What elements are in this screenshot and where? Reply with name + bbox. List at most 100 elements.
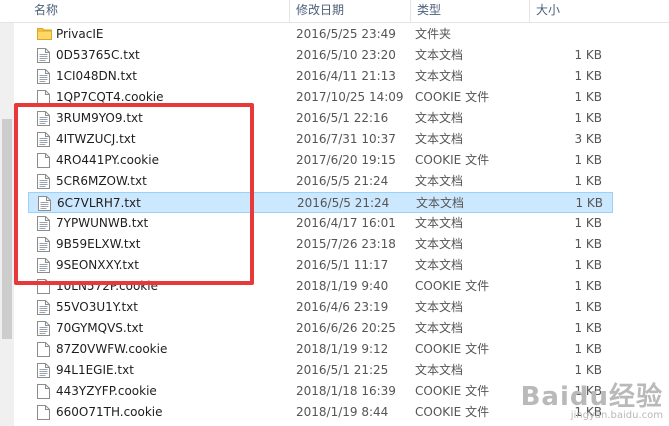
file-date: 2018/1/19 9:40 <box>296 279 389 293</box>
file-type: COOKIE 文件 <box>415 342 490 356</box>
column-header-name[interactable]: 名称 <box>28 0 288 22</box>
vertical-scrollbar[interactable] <box>0 23 14 426</box>
file-size: 1 KB <box>574 258 602 272</box>
file-name: 4ITWZUCJ.txt <box>56 132 136 146</box>
file-row[interactable]: 87Z0VWFW.cookie 2018/1/19 9:12 COOKIE 文件 1 … <box>28 339 613 360</box>
column-header-size[interactable]: 大小 <box>530 0 610 22</box>
file-name: 6C7VLRH7.txt <box>57 196 141 210</box>
file-size: 1 KB <box>574 321 602 335</box>
file-type: 文本文档 <box>415 174 464 188</box>
file-row[interactable]: 94L1EGIE.txt 2016/5/1 21:25 文本文档 1 KB <box>28 360 613 381</box>
file-name: 70GYMQVS.txt <box>56 321 144 335</box>
file-name: 5CR6MZOW.txt <box>56 174 147 188</box>
file-row[interactable]: 70GYMQVS.txt 2016/6/26 20:25 文本文档 1 KB <box>28 318 613 339</box>
file-row[interactable]: 9SEONXXY.txt 2016/5/1 11:17 文本文档 1 KB <box>28 255 613 276</box>
file-date: 2016/7/31 10:37 <box>296 132 396 146</box>
file-type: 文本文档 <box>415 216 464 230</box>
file-date: 2016/6/26 20:25 <box>296 321 396 335</box>
file-size: 1 KB <box>575 196 603 210</box>
file-date: 2016/5/10 23:20 <box>296 48 396 62</box>
text-file-icon <box>37 132 50 147</box>
file-type: 文本文档 <box>415 363 464 377</box>
column-header-date[interactable]: 修改日期 <box>290 0 410 22</box>
file-size <box>548 24 602 45</box>
column-header-bar: 名称 修改日期 类型 大小 <box>0 0 669 23</box>
text-file-icon <box>37 363 50 378</box>
file-date: 2015/7/26 23:18 <box>296 237 396 251</box>
file-row[interactable]: 1CI048DN.txt 2016/4/11 21:13 文本文档 1 KB <box>28 66 613 87</box>
text-file-icon <box>37 111 50 126</box>
file-icon <box>37 90 50 105</box>
file-row[interactable]: 1QP7CQT4.cookie 2017/10/25 14:09 COOKIE 文件… <box>28 87 613 108</box>
file-size: 1 KB <box>574 90 602 104</box>
file-row[interactable]: 4ITWZUCJ.txt 2016/7/31 10:37 文本文档 3 KB <box>28 129 613 150</box>
file-size: 1 KB <box>574 342 602 356</box>
file-type: 文本文档 <box>415 321 464 335</box>
file-size: 1 KB <box>574 153 602 167</box>
file-icon <box>37 405 50 420</box>
file-date: 2018/1/19 9:12 <box>296 342 389 356</box>
file-row[interactable]: PrivacIE 2016/5/25 23:49 文件夹 <box>28 24 613 45</box>
file-date: 2016/4/6 23:19 <box>296 300 389 314</box>
file-name: 9SEONXXY.txt <box>56 258 139 272</box>
file-row[interactable]: 6C7VLRH7.txt 2016/5/5 21:24 文本文档 1 KB <box>28 192 613 213</box>
file-row[interactable]: 55VO3U1Y.txt 2016/4/6 23:19 文本文档 1 KB <box>28 297 613 318</box>
file-type: COOKIE 文件 <box>415 279 490 293</box>
file-type: 文本文档 <box>415 111 464 125</box>
text-file-icon <box>37 237 50 252</box>
file-type: 文件夹 <box>415 27 452 41</box>
file-date: 2016/4/11 21:13 <box>296 69 396 83</box>
file-type: COOKIE 文件 <box>415 90 490 104</box>
file-icon <box>37 384 50 399</box>
text-file-icon <box>37 48 50 63</box>
file-icon <box>37 279 50 294</box>
file-name: 3RUM9YO9.txt <box>56 111 143 125</box>
file-date: 2016/4/17 16:01 <box>296 216 396 230</box>
file-name: 1QP7CQT4.cookie <box>56 90 164 104</box>
scrollbar-thumb[interactable] <box>2 119 12 339</box>
text-file-icon <box>37 69 50 84</box>
watermark-logo-text: Baidu经验 <box>520 382 663 412</box>
text-file-icon <box>37 321 50 336</box>
text-file-icon <box>38 196 51 211</box>
file-row[interactable]: 5CR6MZOW.txt 2016/5/5 21:24 文本文档 1 KB <box>28 171 613 192</box>
file-size: 1 KB <box>574 237 602 251</box>
file-size: 1 KB <box>574 48 602 62</box>
folder-icon <box>37 27 52 42</box>
file-row[interactable]: 0D53765C.txt 2016/5/10 23:20 文本文档 1 KB <box>28 45 613 66</box>
file-type: COOKIE 文件 <box>415 384 490 398</box>
file-date: 2016/5/5 21:24 <box>297 196 390 210</box>
text-file-icon <box>37 174 50 189</box>
file-row[interactable]: 7YPWUNWB.txt 2016/4/17 16:01 文本文档 1 KB <box>28 213 613 234</box>
text-file-icon <box>37 300 50 315</box>
file-type: 文本文档 <box>415 300 464 314</box>
file-type: 文本文档 <box>415 69 464 83</box>
file-row[interactable]: 9B59ELXW.txt 2015/7/26 23:18 文本文档 1 KB <box>28 234 613 255</box>
file-date: 2017/10/25 14:09 <box>296 90 404 104</box>
file-name: 10LN572P.cookie <box>56 279 158 293</box>
file-name: 87Z0VWFW.cookie <box>56 342 168 356</box>
file-name: 0D53765C.txt <box>56 48 140 62</box>
column-header-type[interactable]: 类型 <box>411 0 529 22</box>
watermark: Baidu经验 jingyan.baidu.com <box>521 384 663 422</box>
file-date: 2016/5/25 23:49 <box>296 27 396 41</box>
file-size: 1 KB <box>574 300 602 314</box>
file-date: 2018/1/19 8:44 <box>296 405 389 419</box>
file-type: 文本文档 <box>415 237 464 251</box>
file-row[interactable]: 10LN572P.cookie 2018/1/19 9:40 COOKIE 文件 1 … <box>28 276 613 297</box>
file-size: 1 KB <box>574 279 602 293</box>
file-icon <box>37 153 50 168</box>
file-type: 文本文档 <box>416 196 465 210</box>
file-name: 443YZYFP.cookie <box>56 384 157 398</box>
file-name: PrivacIE <box>56 27 104 41</box>
file-name: 1CI048DN.txt <box>56 69 137 83</box>
file-date: 2017/6/20 19:15 <box>296 153 396 167</box>
file-row[interactable]: 4RO441PY.cookie 2017/6/20 19:15 COOKIE 文件 1… <box>28 150 613 171</box>
file-name: 94L1EGIE.txt <box>56 363 134 377</box>
file-size: 1 KB <box>574 216 602 230</box>
file-size: 1 KB <box>574 174 602 188</box>
file-type: COOKIE 文件 <box>415 405 490 419</box>
file-row[interactable]: 3RUM9YO9.txt 2016/5/1 22:16 文本文档 1 KB <box>28 108 613 129</box>
file-name: 660O71TH.cookie <box>56 405 163 419</box>
file-size: 3 KB <box>574 132 602 146</box>
